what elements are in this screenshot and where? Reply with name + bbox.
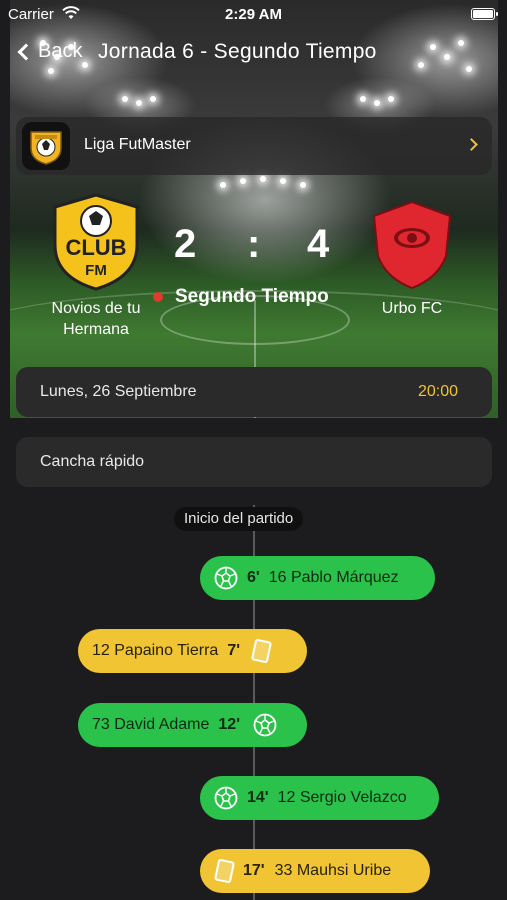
navigation-bar: Back Jornada 6 - Segundo Tiempo — [0, 30, 507, 74]
timeline-start-label: Inicio del partido — [174, 507, 304, 531]
event-minute: 17' — [243, 862, 265, 879]
league-logo-icon — [22, 122, 70, 170]
soccer-ball-icon — [214, 786, 238, 810]
match-period: Segundo Tiempo — [175, 286, 329, 307]
chevron-left-icon — [17, 43, 35, 60]
timeline-event-goal[interactable]: 73 David Adame 12' — [78, 703, 307, 747]
back-button[interactable]: Back — [17, 40, 83, 63]
date-row: Lunes, 26 Septiembre 20:00 — [16, 367, 492, 417]
home-score: 2 — [174, 222, 197, 266]
chevron-right-icon — [465, 138, 478, 151]
home-logo-text: CLUB — [65, 235, 126, 260]
timeline-event-card[interactable]: 12 Papaino Tierra 7' — [78, 629, 307, 673]
yellow-card-icon — [250, 638, 273, 664]
live-indicator — [153, 292, 163, 302]
event-minute: 7' — [227, 642, 241, 659]
timeline-event-goal[interactable]: 14' 12 Sergio Velazco — [200, 776, 439, 820]
home-team-logo[interactable]: CLUB FM — [53, 193, 139, 291]
home-team-name: Novios de tu Hermana — [51, 300, 141, 338]
event-player: 12 Sergio Velazco — [277, 789, 407, 806]
event-minute: 14' — [247, 789, 269, 806]
event-player: 73 David Adame — [92, 716, 210, 733]
league-row[interactable]: Liga FutMaster — [16, 117, 492, 175]
event-player: 12 Papaino Tierra — [92, 642, 219, 659]
venue-name: Cancha rápido — [40, 453, 145, 470]
away-team-logo[interactable] — [372, 200, 452, 290]
event-player: 16 Pablo Márquez — [268, 569, 399, 586]
soccer-ball-icon — [214, 566, 238, 590]
event-minute: 12' — [218, 716, 241, 733]
battery-icon — [471, 8, 498, 20]
soccer-ball-icon — [253, 713, 277, 737]
venue-row[interactable]: Cancha rápido — [16, 437, 492, 487]
match-time: 20:00 — [417, 383, 458, 400]
yellow-card-icon — [213, 858, 236, 884]
away-score: 4 — [307, 222, 330, 266]
match-date: Lunes, 26 Septiembre — [40, 383, 197, 400]
back-label: Back — [38, 40, 83, 62]
timeline-event-goal[interactable]: 6' 16 Pablo Márquez — [200, 556, 435, 600]
away-team-name: Urbo FC — [381, 300, 443, 317]
status-bar: Carrier 2:29 AM — [0, 0, 507, 28]
event-minute: 6' — [247, 569, 260, 586]
page-title: Jornada 6 - Segundo Tiempo — [98, 40, 377, 63]
score-separator: : — [247, 222, 261, 266]
event-player: 33 Mauhsi Uribe — [274, 862, 392, 879]
status-time: 2:29 AM — [225, 6, 282, 23]
timeline-event-card[interactable]: 17' 33 Mauhsi Uribe — [200, 849, 430, 893]
home-logo-subtext: FM — [85, 262, 107, 279]
league-name: Liga FutMaster — [84, 136, 191, 153]
